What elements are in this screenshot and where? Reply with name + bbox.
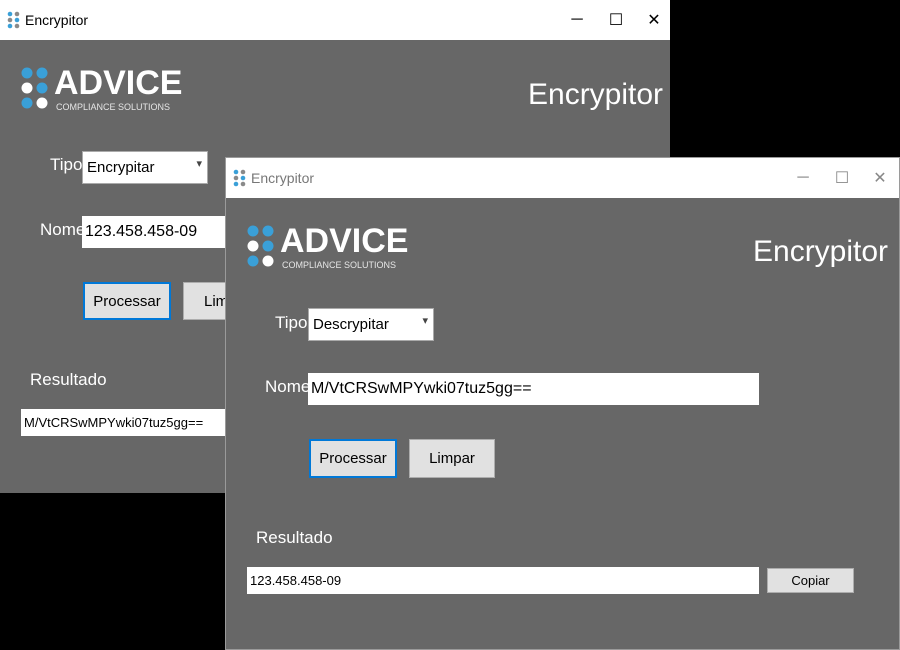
advice-logo-icon [21,67,48,109]
logo-word: ADVICE [54,64,183,102]
title-bar[interactable]: Encrypitor ─ ☐ ✕ [0,0,670,40]
maximize-button[interactable]: ☐ [822,158,862,198]
processar-button[interactable]: Processar [83,282,171,320]
logo-subtitle: COMPLIANCE SOLUTIONS [282,260,397,270]
app-logo-icon [7,11,20,29]
app-logo-icon [233,169,246,187]
resultado-output[interactable]: 123.458.458-09 [247,567,759,594]
nome-input[interactable]: M/VtCRSwMPYwki07tuz5gg== [308,373,759,405]
chevron-down-icon: ▾ [196,158,202,170]
app-heading: Encrypitor [528,78,664,111]
tipo-select-value: Encrypitar [87,159,155,176]
copiar-button[interactable]: Copiar [767,568,854,593]
close-button[interactable]: ✕ [860,158,899,198]
logo-subtitle: COMPLIANCE SOLUTIONS [56,102,171,112]
limpar-button[interactable]: Limpar [409,439,495,478]
logo-word: ADVICE [280,222,409,260]
nome-input[interactable]: 123.458.458-09 [82,216,232,248]
encrypitor-window-front: Encrypitor ─ ☐ ✕ ADVICE COMPLIANCE SOLUT… [225,157,900,650]
app-heading: Encrypitor [753,235,889,268]
window-title: Encrypitor [25,12,89,28]
close-button[interactable]: ✕ [634,0,670,40]
window-title: Encrypitor [251,170,315,186]
processar-button[interactable]: Processar [309,439,397,478]
tipo-label: Tipo: [275,313,313,332]
chevron-down-icon: ▾ [422,315,428,327]
title-bar[interactable]: Encrypitor ─ ☐ ✕ [226,158,899,198]
advice-logo-icon [247,225,274,267]
tipo-select-value: Descrypitar [313,316,389,333]
minimize-button[interactable]: ─ [557,0,597,40]
resultado-label: Resultado [30,370,107,389]
tipo-select[interactable]: Encrypitar ▾ [82,151,208,184]
resultado-output[interactable]: M/VtCRSwMPYwki07tuz5gg== [21,409,231,436]
maximize-button[interactable]: ☐ [596,0,636,40]
minimize-button[interactable]: ─ [783,158,823,198]
resultado-label: Resultado [256,528,333,547]
tipo-select[interactable]: Descrypitar ▾ [308,308,434,341]
